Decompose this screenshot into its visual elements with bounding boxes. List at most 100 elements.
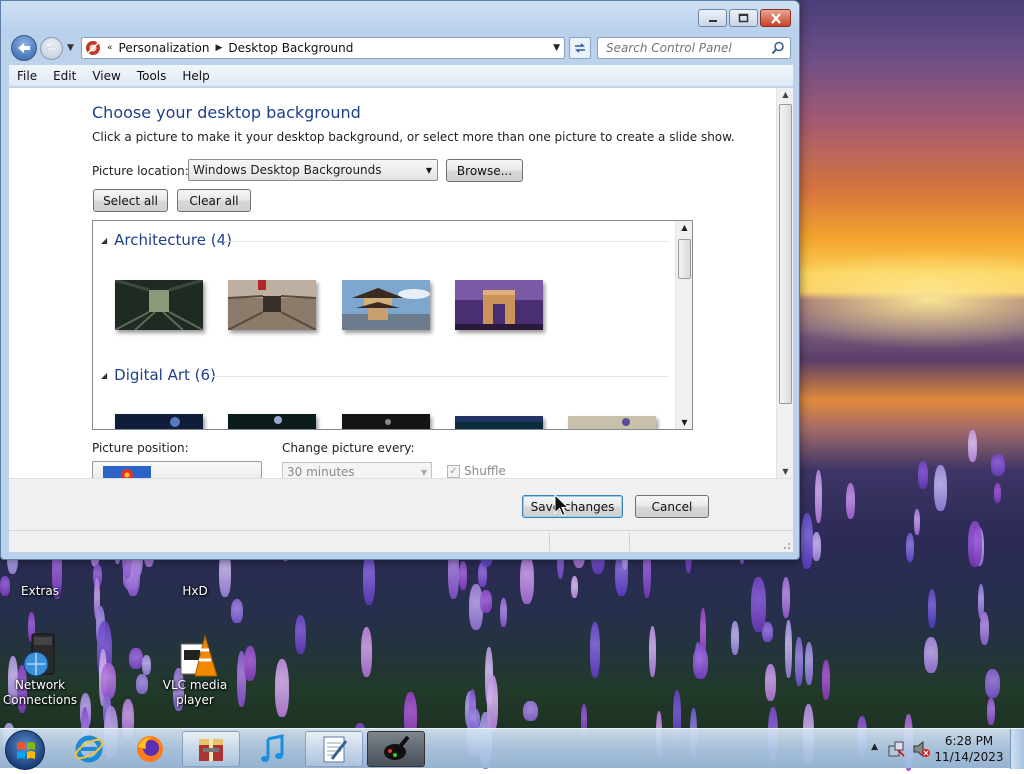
thumbnail-pagoda[interactable] <box>342 280 430 330</box>
taskbar-control-panel-active[interactable] <box>367 731 425 767</box>
menu-file[interactable]: File <box>9 69 45 83</box>
search-box[interactable] <box>597 37 791 59</box>
refresh-button[interactable] <box>569 37 591 59</box>
breadcrumb-desktop-background[interactable]: Desktop Background <box>228 41 353 55</box>
save-changes-label: Save changes <box>530 499 615 514</box>
address-dropdown-icon[interactable]: ▼ <box>553 43 560 53</box>
taskbar-archive-manager[interactable] <box>182 731 240 767</box>
maximize-button[interactable] <box>729 9 758 27</box>
menu-help[interactable]: Help <box>174 69 217 83</box>
lavender-flower <box>994 483 1001 503</box>
collapse-triangle-icon[interactable]: ◢ <box>101 371 107 380</box>
notepad-icon <box>323 736 348 763</box>
scroll-up-arrow-icon[interactable]: ▲ <box>676 223 692 232</box>
picture-location-select[interactable]: Windows Desktop Backgrounds ▼ <box>188 159 438 181</box>
lavender-flower <box>801 513 813 569</box>
back-button[interactable] <box>11 35 37 61</box>
cancel-button[interactable]: Cancel <box>635 495 709 518</box>
scroll-up-arrow-icon[interactable]: ▲ <box>777 90 793 99</box>
taskbar: ▲ 6:28 PM 11/14/2023 <box>0 728 1024 770</box>
clear-all-button[interactable]: Clear all <box>177 189 251 212</box>
menu-bar: File Edit View Tools Help <box>9 65 793 87</box>
refresh-icon <box>575 43 585 53</box>
thumbnail-tunnel[interactable] <box>115 280 203 330</box>
clear-all-label: Clear all <box>189 193 239 208</box>
select-all-button[interactable]: Select all <box>93 189 168 212</box>
search-input[interactable] <box>604 39 764 57</box>
gallery-scrollbar[interactable]: ▲ ▼ <box>675 221 692 429</box>
group-divider <box>213 376 669 377</box>
network-status-icon[interactable] <box>888 740 906 758</box>
lavender-flower <box>815 470 822 523</box>
gallery-scroll-thumb[interactable] <box>678 239 691 279</box>
tray-overflow-icon[interactable]: ▲ <box>871 742 878 752</box>
minimize-button[interactable] <box>698 9 727 27</box>
shuffle-checkbox[interactable]: ✓ Shuffle <box>447 464 506 478</box>
group-header-digital-art[interactable]: ◢ Digital Art (6) <box>101 366 216 384</box>
search-icon[interactable] <box>771 41 785 55</box>
thumbnail-art2[interactable] <box>228 414 316 429</box>
close-button[interactable] <box>760 9 791 27</box>
desktop-icon-network-connections[interactable]: Network Connections <box>0 632 80 708</box>
breadcrumb-personalization[interactable]: Personalization <box>119 41 210 55</box>
desktop-icon-vlc[interactable]: VLC media player <box>155 632 235 708</box>
change-interval-select[interactable]: 30 minutes ▼ <box>282 462 432 478</box>
menu-tools[interactable]: Tools <box>129 69 175 83</box>
clock[interactable]: 6:28 PM 11/14/2023 <box>934 733 1004 765</box>
collapse-triangle-icon[interactable]: ◢ <box>101 236 107 245</box>
lavender-flower <box>590 622 600 678</box>
picture-gallery[interactable]: ◢ Architecture (4) ◢ Digital Art (6) ▲ ▼ <box>92 220 693 430</box>
thumbnail-hall[interactable] <box>228 280 316 330</box>
thumbnail-art3[interactable] <box>342 414 430 429</box>
content-scroll-thumb[interactable] <box>779 104 792 404</box>
group-divider <box>223 241 669 242</box>
lavender-flower <box>361 627 372 677</box>
resize-grip-icon[interactable] <box>781 540 791 550</box>
menu-view[interactable]: View <box>84 69 128 83</box>
network-icon <box>18 632 62 677</box>
desktop-icon-hxd[interactable]: HxD <box>155 560 235 599</box>
save-changes-button[interactable]: Save changes <box>522 495 623 518</box>
content-scrollbar[interactable]: ▲ ▼ <box>776 88 793 478</box>
select-all-label: Select all <box>103 193 158 208</box>
lavender-flower <box>846 483 855 519</box>
forward-button[interactable] <box>40 37 63 60</box>
taskbar-itunes[interactable] <box>243 731 301 767</box>
chevron-down-icon: ▼ <box>420 468 427 477</box>
volume-muted-icon[interactable] <box>912 740 930 758</box>
menu-edit[interactable]: Edit <box>45 69 84 83</box>
thumbnail-arch[interactable] <box>455 280 543 330</box>
taskbar-notepad[interactable] <box>305 731 363 767</box>
thumbnail-art5[interactable] <box>568 416 656 429</box>
checkbox-check-icon[interactable]: ✓ <box>447 464 460 478</box>
thumbnail-art4[interactable] <box>455 416 543 429</box>
scroll-down-arrow-icon[interactable]: ▼ <box>777 467 793 476</box>
taskbar-firefox[interactable] <box>121 731 179 767</box>
taskbar-internet-explorer[interactable] <box>60 731 118 767</box>
thumbnail-art1[interactable] <box>115 414 203 429</box>
lavender-flower <box>523 701 538 721</box>
mouse-cursor-icon <box>554 494 570 517</box>
recent-pages-dropdown[interactable]: ▼ <box>67 43 74 53</box>
show-desktop-button[interactable] <box>1010 729 1024 769</box>
group-name: Digital Art (6) <box>114 366 216 384</box>
browse-button[interactable]: Browse... <box>446 159 523 182</box>
lavender-flower <box>928 589 936 628</box>
caption-buttons <box>698 9 791 27</box>
group-header-architecture[interactable]: ◢ Architecture (4) <box>101 231 232 249</box>
breadcrumb-separator-icon[interactable]: ▶ <box>216 43 223 53</box>
scroll-down-arrow-icon[interactable]: ▼ <box>676 418 692 427</box>
music-note-icon <box>261 734 284 762</box>
picture-position-select[interactable] <box>92 461 262 478</box>
breadcrumb-overflow-icon[interactable]: « <box>107 43 113 53</box>
lavender-flower <box>805 642 813 685</box>
lavender-flower <box>693 646 708 679</box>
lavender-flower <box>520 554 534 604</box>
lavender-flower <box>142 655 151 675</box>
desktop-icon-extras[interactable]: Extras <box>0 560 80 599</box>
address-bar[interactable]: « Personalization ▶ Desktop Background ▼ <box>81 37 565 59</box>
lavender-flower <box>244 646 256 681</box>
start-button[interactable] <box>5 730 45 770</box>
lavender-flower <box>136 674 148 694</box>
shuffle-label: Shuffle <box>464 464 506 478</box>
